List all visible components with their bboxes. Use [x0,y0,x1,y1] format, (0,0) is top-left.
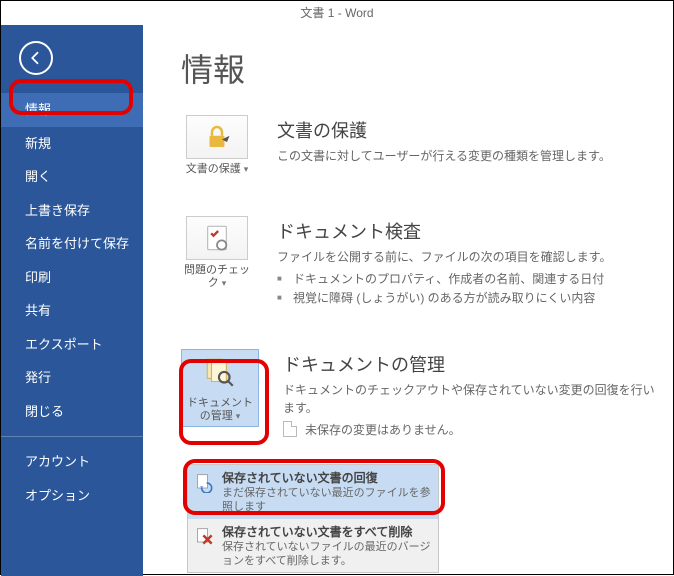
page-title: 情報 [181,45,657,91]
nav-options[interactable]: オプション [1,479,143,513]
arrow-left-icon [27,49,45,67]
protect-tile-label: 文書の保護 [186,163,241,175]
nav-close[interactable]: 閉じる [1,395,143,429]
nav-save[interactable]: 上書き保存 [1,194,143,228]
delete-icon [194,526,216,548]
inspect-bullet: 視覚に障碍 (しょうがい) のある方が読み取りにくい内容 [293,289,657,308]
backstage-sidebar: 情報 新規 開く 上書き保存 名前を付けて保存 印刷 共有 エクスポート 発行 … [1,25,143,576]
inspect-tile-label: 問題のチェック [184,264,250,289]
menu-recover-title: 保存されていない文書の回復 [222,469,432,486]
nav-save-as[interactable]: 名前を付けて保存 [1,227,143,261]
nav-account[interactable]: アカウント [1,445,143,479]
manage-document-tile[interactable]: ドキュメントの管理 ▾ [181,349,259,427]
inspect-heading: ドキュメント検査 [277,218,657,244]
protect-heading: 文書の保護 [277,117,657,143]
dropdown-caret-icon: ▾ [236,411,241,421]
manage-heading: ドキュメントの管理 [283,351,657,377]
nav-open[interactable]: 開く [1,160,143,194]
protect-document-tile[interactable]: 文書の保護 ▾ [181,115,253,176]
protect-desc: この文書に対してユーザーが行える変更の種類を管理します。 [277,147,657,165]
documents-magnifier-icon [189,353,251,393]
back-button[interactable] [19,41,53,75]
manage-tile-label: ドキュメントの管理 [187,397,253,422]
recover-icon [194,472,216,494]
menu-delete-unsaved[interactable]: 保存されていない文書をすべて削除 保存されていないファイルの最近のバージョンをす… [188,519,438,573]
manage-document-menu: 保存されていない文書の回復 まだ保存されていない最近のファイルを参照します 保存… [187,464,439,573]
nav-publish[interactable]: 発行 [1,361,143,395]
nav-print[interactable]: 印刷 [1,261,143,295]
nav-new[interactable]: 新規 [1,127,143,161]
checklist-icon [186,216,248,260]
unsaved-changes-row: 未保存の変更はありません。 [283,421,657,438]
nav-export[interactable]: エクスポート [1,328,143,362]
row-inspect-document: 問題のチェック ▾ ドキュメント検査 ファイルを公開する前に、ファイルの次の項目… [181,216,657,308]
manage-desc: ドキュメントのチェックアウトや保存されていない変更の回復を行います。 [283,381,657,417]
dropdown-caret-icon: ▾ [222,278,227,288]
nav-share[interactable]: 共有 [1,294,143,328]
menu-delete-title: 保存されていない文書をすべて削除 [222,523,432,540]
unsaved-text: 未保存の変更はありません。 [305,421,461,438]
row-manage-document: ドキュメントの管理 ▾ ドキュメントの管理 ドキュメントのチェックアウトや保存さ… [181,349,657,438]
dropdown-caret-icon: ▾ [244,164,249,174]
menu-recover-unsaved[interactable]: 保存されていない文書の回復 まだ保存されていない最近のファイルを参照します [188,465,438,519]
window-title: 文書 1 - Word [1,1,673,25]
nav-separator [1,436,143,437]
inspect-desc: ファイルを公開する前に、ファイルの次の項目を確認します。 [277,248,657,266]
nav-info[interactable]: 情報 [1,93,143,127]
check-issues-tile[interactable]: 問題のチェック ▾ [181,216,253,290]
document-icon [283,421,297,437]
inspect-bullet: ドキュメントのプロパティ、作成者の名前、関連する日付 [293,270,657,289]
menu-delete-desc: 保存されていないファイルの最近のバージョンをすべて削除します。 [222,540,432,569]
lock-icon [186,115,248,159]
menu-recover-desc: まだ保存されていない最近のファイルを参照します [222,486,432,515]
row-protect-document: 文書の保護 ▾ 文書の保護 この文書に対してユーザーが行える変更の種類を管理しま… [181,115,657,176]
